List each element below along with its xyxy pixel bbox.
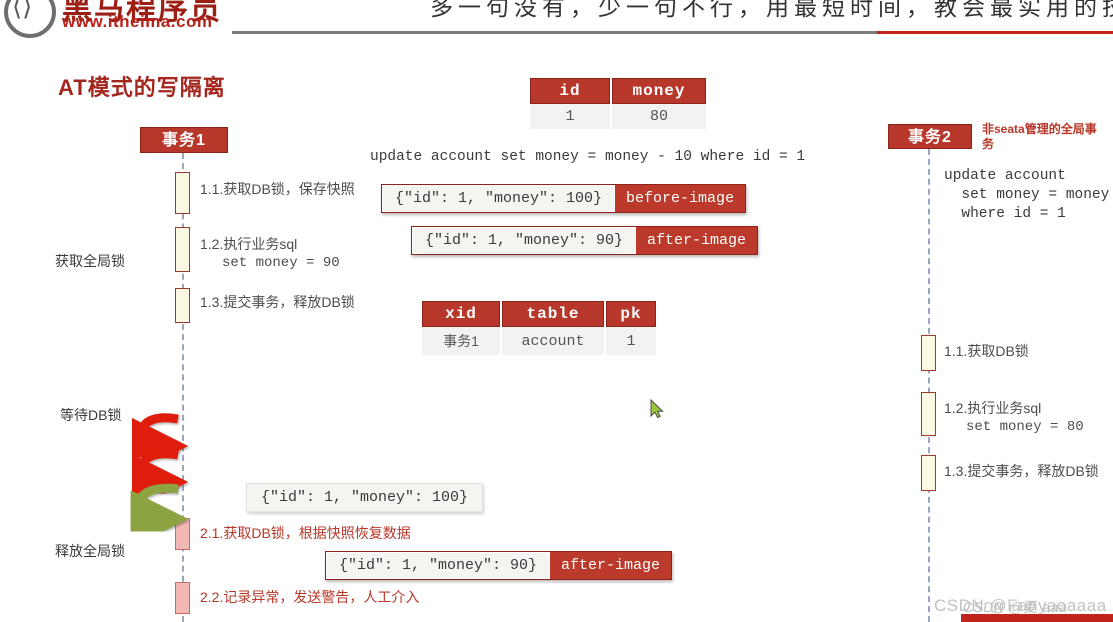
step-number-1-3: 1.3. [200, 294, 224, 310]
footer-red-bar [961, 614, 1113, 622]
step-text-1-3: 提交事务，释放DB锁 [223, 294, 355, 310]
step-text-r-1-2: 执行业务sql [967, 400, 1042, 416]
table-row: 1 80 [530, 104, 706, 129]
after-image-tag-upper: after-image [647, 232, 747, 249]
step-label-1-2: 1.2.执行业务sql set money = 90 [200, 235, 340, 273]
slide-canvas: ⟨⟩ 黑马程序员 www.itheima.com 多一句没有，少一句不行，用最短… [0, 0, 1113, 622]
table-header-row: xid table pk [422, 301, 656, 327]
cell-id: 1 [530, 104, 610, 129]
cell-money: 80 [612, 104, 706, 129]
activation-bar-2-1 [175, 518, 190, 550]
activation-bar-1-2 [175, 227, 190, 272]
step-label-r-1-1: 1.1.获取DB锁 [944, 342, 1029, 361]
lifeline-transaction-1 [182, 153, 184, 622]
step-number-r-1-1: 1.1. [944, 343, 968, 359]
actor-header-transaction-2: 事务2 [888, 124, 972, 149]
before-image-json: {"id": 1, "money": 100} [382, 185, 616, 212]
step-label-1-1: 1.1.获取DB锁，保存快照 [200, 180, 355, 199]
arrow-label-release-global-lock: 释放全局锁 [55, 543, 125, 559]
step-text-1-2: 执行业务sql [223, 236, 298, 252]
left-sql-statement: update account set money = money - 10 wh… [370, 149, 806, 165]
activation-bar-1-3 [175, 288, 190, 323]
after-image-json-upper: {"id": 1, "money": 90} [412, 227, 637, 254]
activation-bar-r-1-2 [921, 392, 936, 436]
actor-note-transaction-2: 非seata管理的全局事务 [982, 122, 1097, 151]
step-text-2-1: 获取DB锁，根据快照恢复数据 [223, 525, 411, 541]
lifeline-transaction-2 [928, 149, 930, 622]
arrow-retry-db-lock-1 [130, 413, 189, 475]
activation-bar-r-1-1 [921, 335, 936, 371]
arrow-label-acquire-global-lock: 获取全局锁 [55, 253, 125, 269]
step-text-1-1: 获取DB锁，保存快照 [223, 181, 355, 197]
brand-url: www.itheima.com [62, 12, 213, 31]
activation-bar-r-1-3 [921, 455, 936, 491]
step-number-1-1: 1.1. [200, 181, 224, 197]
page-title: AT模式的写隔离 [58, 75, 226, 100]
before-image-tag: before-image [626, 190, 735, 207]
column-header-money: money [612, 78, 706, 104]
arrow-db-lock-acquired [130, 483, 189, 548]
account-table: id money 1 80 [528, 78, 708, 129]
header-rule-grey [232, 31, 877, 34]
column-header-xid: xid [422, 301, 500, 327]
column-header-table: table [502, 301, 604, 327]
after-image-tag-lower: after-image [561, 557, 661, 574]
table-row: 事务1 account 1 [422, 327, 656, 355]
step-sub-1-2: set money = 90 [222, 255, 340, 271]
actor-header-transaction-1: 事务1 [140, 127, 228, 153]
cell-table: account [502, 327, 604, 355]
header-slogan: 多一句没有，少一句不行，用最短时间，教会最实用的技 [430, 0, 1113, 20]
after-image-chip-upper: {"id": 1, "money": 90} after-image [411, 226, 759, 255]
before-image-chip: {"id": 1, "money": 100} before-image [381, 184, 747, 213]
column-header-id: id [530, 78, 610, 104]
logo-mark-icon: ⟨⟩ [12, 0, 33, 22]
step-text-r-1-1: 获取DB锁 [967, 343, 1029, 359]
cell-pk: 1 [606, 327, 656, 355]
step-number-1-2: 1.2. [200, 236, 224, 252]
arrow-retry-db-lock-2 [130, 449, 189, 511]
step-number-r-1-2: 1.2. [944, 400, 968, 416]
step-text-r-1-3: 提交事务，释放DB锁 [967, 463, 1099, 479]
table-header-row: id money [530, 78, 706, 104]
step-label-2-2: 2.2.记录异常，发送警告，人工介入 [200, 588, 419, 607]
mouse-cursor [650, 399, 664, 419]
arrow-label-wait-db-lock: 等待DB锁 [60, 407, 122, 423]
header-rule-red [877, 31, 1113, 34]
step-sub-r-1-2: set money = 80 [966, 419, 1084, 435]
step-number-2-1: 2.1. [200, 525, 224, 541]
cell-xid: 事务1 [422, 327, 500, 355]
step-number-2-2: 2.2. [200, 589, 224, 605]
after-image-chip-lower: {"id": 1, "money": 90} after-image [325, 551, 673, 580]
brand-logo: ⟨⟩ 黑马程序员 www.itheima.com [0, 0, 232, 40]
step-label-1-3: 1.3.提交事务，释放DB锁 [200, 293, 355, 312]
activation-bar-2-2 [175, 582, 190, 614]
snapshot-json-box: {"id": 1, "money": 100} [246, 483, 484, 512]
column-header-pk: pk [606, 301, 656, 327]
step-text-2-2: 记录异常，发送警告，人工介入 [223, 589, 420, 605]
step-label-r-1-2: 1.2.执行业务sql set money = 80 [944, 399, 1084, 437]
step-label-2-1: 2.1.获取DB锁，根据快照恢复数据 [200, 524, 411, 543]
step-number-r-1-3: 1.3. [944, 463, 968, 479]
after-image-json-lower: {"id": 1, "money": 90} [326, 552, 551, 579]
activation-bar-1-1 [175, 172, 190, 214]
step-label-r-1-3: 1.3.提交事务，释放DB锁 [944, 462, 1099, 481]
lock-table: xid table pk 事务1 account 1 [420, 301, 658, 355]
right-sql-statement: update account set money = money where i… [944, 168, 1110, 222]
